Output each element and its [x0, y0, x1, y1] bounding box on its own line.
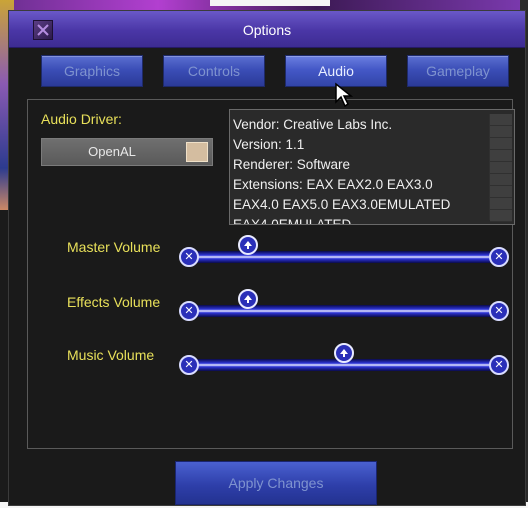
master-volume-label: Master Volume	[67, 239, 161, 255]
info-line: Version: 1.1	[233, 137, 305, 152]
title-bar: Options	[9, 11, 525, 48]
mute-icon[interactable]: ✕	[179, 301, 199, 321]
options-window: Options Graphics Controls Audio Gameplay…	[8, 10, 526, 506]
audio-driver-select[interactable]: OpenAL	[41, 138, 213, 166]
info-line: Extensions: EAX EAX2.0 EAX3.0	[233, 177, 433, 192]
slider-track	[189, 305, 499, 317]
audio-driver-value: OpenAL	[88, 144, 136, 159]
info-scrollbar[interactable]	[489, 114, 512, 222]
window-title: Options	[242, 22, 292, 38]
max-icon[interactable]: ✕	[489, 247, 509, 267]
master-volume-slider[interactable]: ✕ ✕	[179, 235, 509, 269]
tab-gameplay[interactable]: Gameplay	[407, 55, 509, 87]
max-icon[interactable]: ✕	[489, 355, 509, 375]
mouse-cursor-icon	[335, 82, 354, 108]
slider-track	[189, 251, 499, 263]
driver-info-box: Vendor: Creative Labs Inc. Version: 1.1 …	[229, 109, 515, 225]
max-icon[interactable]: ✕	[489, 301, 509, 321]
info-line: EAX4.0EMULATED	[233, 217, 352, 225]
effects-volume-label: Effects Volume	[67, 294, 161, 310]
background-strip	[210, 0, 330, 6]
dropdown-button[interactable]	[186, 142, 208, 162]
mute-icon[interactable]: ✕	[179, 355, 199, 375]
apply-changes-button[interactable]: Apply Changes	[175, 461, 377, 505]
slider-knob[interactable]	[334, 343, 354, 363]
tab-graphics[interactable]: Graphics	[41, 55, 143, 87]
info-line: EAX4.0 EAX5.0 EAX3.0EMULATED	[233, 197, 451, 212]
music-volume-slider[interactable]: ✕ ✕	[179, 343, 509, 377]
effects-volume-slider[interactable]: ✕ ✕	[179, 289, 509, 323]
tab-controls[interactable]: Controls	[163, 55, 265, 87]
info-line: Renderer: Software	[233, 157, 351, 172]
audio-driver-label: Audio Driver:	[41, 111, 122, 127]
music-volume-label: Music Volume	[67, 347, 155, 363]
info-line: Vendor: Creative Labs Inc.	[233, 117, 393, 132]
mute-icon[interactable]: ✕	[179, 247, 199, 267]
